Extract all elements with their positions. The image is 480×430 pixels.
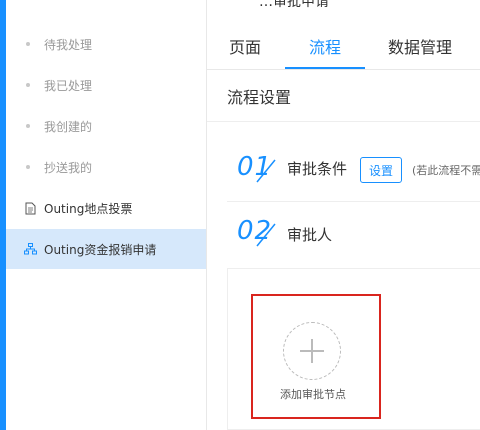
- sidebar-item-pending[interactable]: 待我处理: [6, 24, 206, 64]
- sidebar: 待我处理 我已处理 我创建的 抄送我的 Outing地点投票 Outing资金报…: [6, 0, 206, 430]
- sidebar-item-label: 我创建的: [44, 119, 93, 134]
- sidebar-item-label: Outing资金报销申请: [44, 242, 157, 257]
- page-title: …审批申请: [259, 0, 329, 10]
- sidebar-item-label: 我已处理: [44, 78, 93, 93]
- bullet-icon: [26, 42, 30, 46]
- bullet-icon: [26, 165, 30, 169]
- settings-button[interactable]: 设置: [360, 157, 402, 183]
- tab-page[interactable]: 页面: [229, 34, 261, 58]
- sidebar-item-processed[interactable]: 我已处理: [6, 65, 206, 105]
- slash-icon: [256, 223, 276, 247]
- plus-icon: [300, 339, 324, 363]
- sidebar-item-label: Outing地点投票: [44, 201, 133, 216]
- add-node-button[interactable]: [283, 322, 341, 380]
- step-approvers: 02 审批人: [227, 204, 480, 274]
- document-icon: [23, 201, 37, 215]
- section-title: 流程设置: [227, 88, 292, 107]
- org-chart-icon: [23, 242, 37, 256]
- step-approval-conditions: 01 审批条件 设置 (若此流程不需: [227, 136, 480, 206]
- sidebar-item-cc[interactable]: 抄送我的: [6, 147, 206, 187]
- sidebar-item-label: 待我处理: [44, 37, 93, 52]
- tab-divider: [207, 69, 480, 70]
- tab-data-management[interactable]: 数据管理: [388, 34, 452, 58]
- step-divider: [227, 201, 480, 202]
- slash-icon: [256, 159, 276, 183]
- bullet-icon: [26, 83, 30, 87]
- tab-bar: 页面 流程 数据管理: [207, 22, 480, 70]
- sidebar-item-created[interactable]: 我创建的: [6, 106, 206, 146]
- sidebar-item-outing-vote[interactable]: Outing地点投票: [6, 188, 206, 228]
- step-label: 审批条件: [287, 160, 348, 178]
- sidebar-item-label: 抄送我的: [44, 160, 93, 175]
- sidebar-item-outing-reimbursement[interactable]: Outing资金报销申请: [6, 229, 206, 269]
- tab-flow[interactable]: 流程: [309, 34, 341, 58]
- bullet-icon: [26, 124, 30, 128]
- step-hint: (若此流程不需: [412, 164, 480, 177]
- add-node-label[interactable]: 添加审批节点: [272, 386, 354, 402]
- step-label: 审批人: [287, 226, 333, 244]
- section-divider: [207, 121, 480, 122]
